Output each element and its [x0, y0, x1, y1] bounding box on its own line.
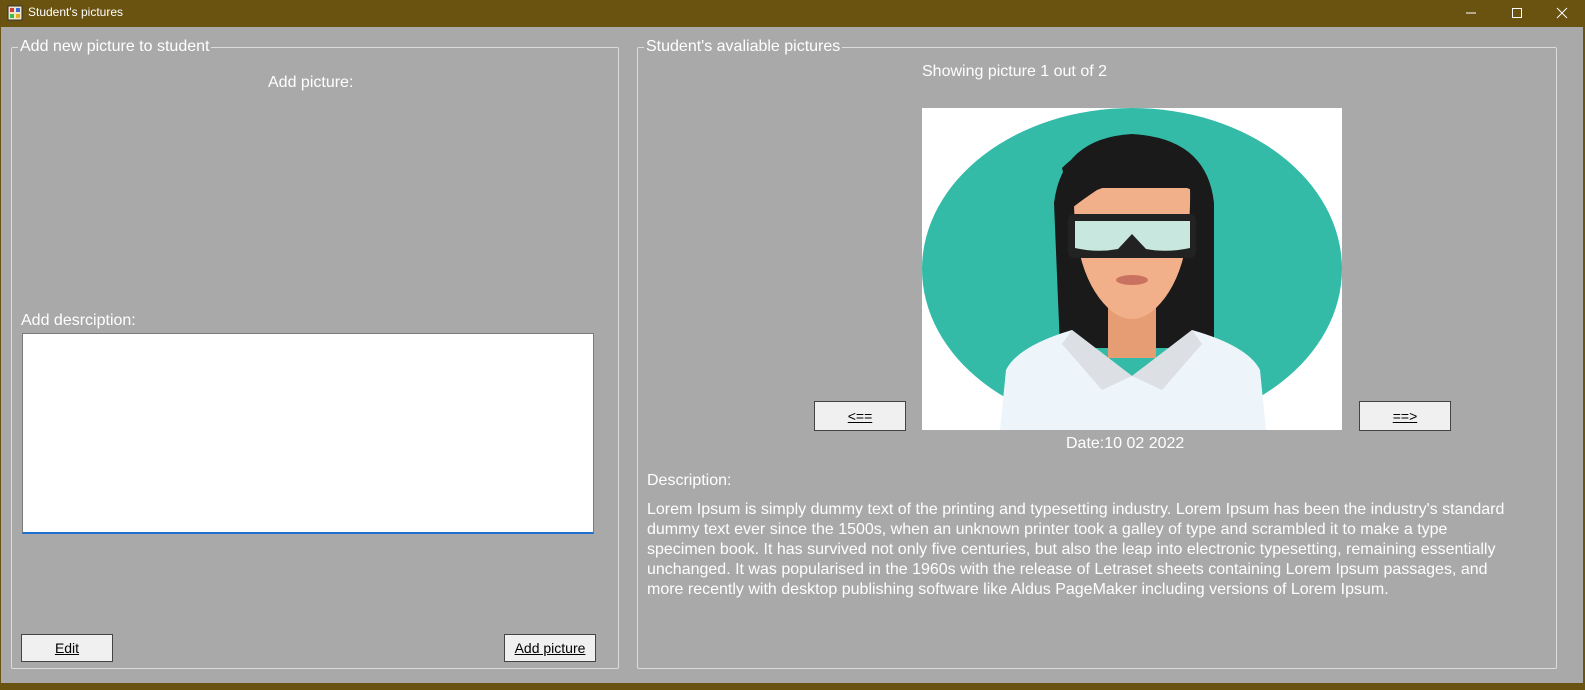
minimize-icon	[1466, 12, 1476, 14]
student-picture	[922, 108, 1342, 430]
add-description-label: Add desrciption:	[21, 312, 136, 329]
edit-button[interactable]: Edit	[21, 634, 113, 662]
maximize-button[interactable]	[1494, 0, 1540, 26]
picture-counter-label: Showing picture 1 out of 2	[922, 63, 1108, 80]
picture-description-text: Lorem Ipsum is simply dummy text of the …	[647, 501, 1505, 598]
description-input[interactable]	[22, 333, 594, 534]
add-picture-group-legend: Add new picture to student	[18, 38, 212, 56]
title-bar: Student's pictures	[0, 0, 1585, 26]
previous-picture-button[interactable]: <==	[814, 401, 906, 431]
next-picture-button[interactable]: ==>	[1359, 401, 1451, 431]
close-icon	[1556, 7, 1568, 19]
close-button[interactable]	[1539, 0, 1585, 26]
available-pictures-groupbox: Student's avaliable pictures Showing pic…	[637, 38, 1557, 669]
student-avatar-image	[922, 108, 1342, 430]
add-picture-groupbox: Add new picture to student Add picture: …	[11, 38, 619, 669]
available-pictures-group-legend: Student's avaliable pictures	[644, 38, 843, 56]
add-picture-label: Add picture:	[268, 74, 354, 91]
maximize-icon	[1512, 8, 1522, 18]
description-heading: Description:	[647, 472, 732, 489]
client-area: Add new picture to student Add picture: …	[1, 27, 1583, 683]
minimize-button[interactable]	[1448, 0, 1494, 26]
add-picture-button[interactable]: Add picture	[504, 634, 596, 662]
picture-date-label: Date:10 02 2022	[1066, 435, 1185, 452]
app-icon[interactable]	[7, 5, 23, 21]
window-title: Student's pictures	[28, 5, 124, 19]
